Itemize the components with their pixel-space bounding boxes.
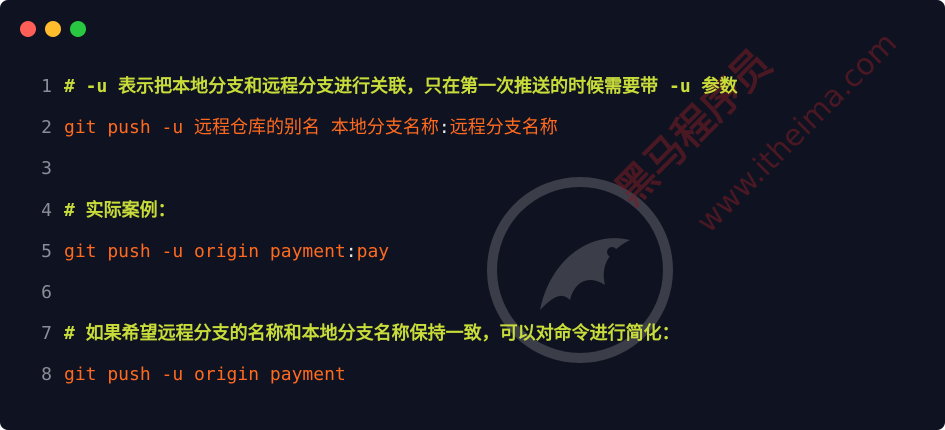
maximize-button[interactable]	[70, 21, 86, 37]
code-window: 黑马程序员 www.itheima.com 1 # -u 表示把本地分支和远程分支…	[0, 0, 945, 430]
line-number: 3	[41, 158, 52, 180]
code-line: 6	[0, 278, 64, 308]
line-number: 8	[41, 364, 52, 386]
code-command: pay	[356, 240, 390, 262]
line-number: 7	[41, 323, 52, 345]
code-command: git push -u origin payment	[64, 240, 346, 262]
code-comment: # -u 表示把本地分支和远程分支进行关联，只在第一次推送的时候需要带 -u 参…	[64, 76, 738, 97]
code-line: 8 git push -u origin payment	[0, 360, 346, 390]
window-controls	[20, 21, 86, 37]
code-line: 7 # 如果希望远程分支的名称和本地分支名称保持一致，可以对命令进行简化：	[0, 319, 680, 349]
minimize-button[interactable]	[45, 21, 61, 37]
code-comment: # 如果希望远程分支的名称和本地分支名称保持一致，可以对命令进行简化：	[64, 323, 680, 345]
code-line: 4 # 实际案例：	[0, 196, 176, 226]
code-punctuation: :	[438, 117, 450, 139]
code-line: 2 git push -u 远程仓库的别名 本地分支名称:远程分支名称	[0, 113, 558, 143]
line-number: 5	[41, 240, 52, 262]
code-command: 远程分支名称	[449, 117, 558, 139]
code-line: 1 # -u 表示把本地分支和远程分支进行关联，只在第一次推送的时候需要带 -u …	[0, 72, 738, 102]
line-number: 2	[41, 117, 52, 139]
close-button[interactable]	[20, 21, 36, 37]
line-number: 4	[41, 199, 52, 221]
code-command: git push -u origin payment	[64, 364, 346, 386]
code-comment: # 实际案例：	[64, 199, 176, 221]
code-command: git push -u 远程仓库的别名 本地分支名称	[64, 117, 439, 139]
code-line: 3	[0, 154, 64, 184]
code-punctuation: :	[345, 240, 357, 262]
code-line: 5 git push -u origin payment:pay	[0, 237, 389, 267]
line-number: 1	[41, 76, 52, 97]
line-number: 6	[41, 282, 52, 303]
